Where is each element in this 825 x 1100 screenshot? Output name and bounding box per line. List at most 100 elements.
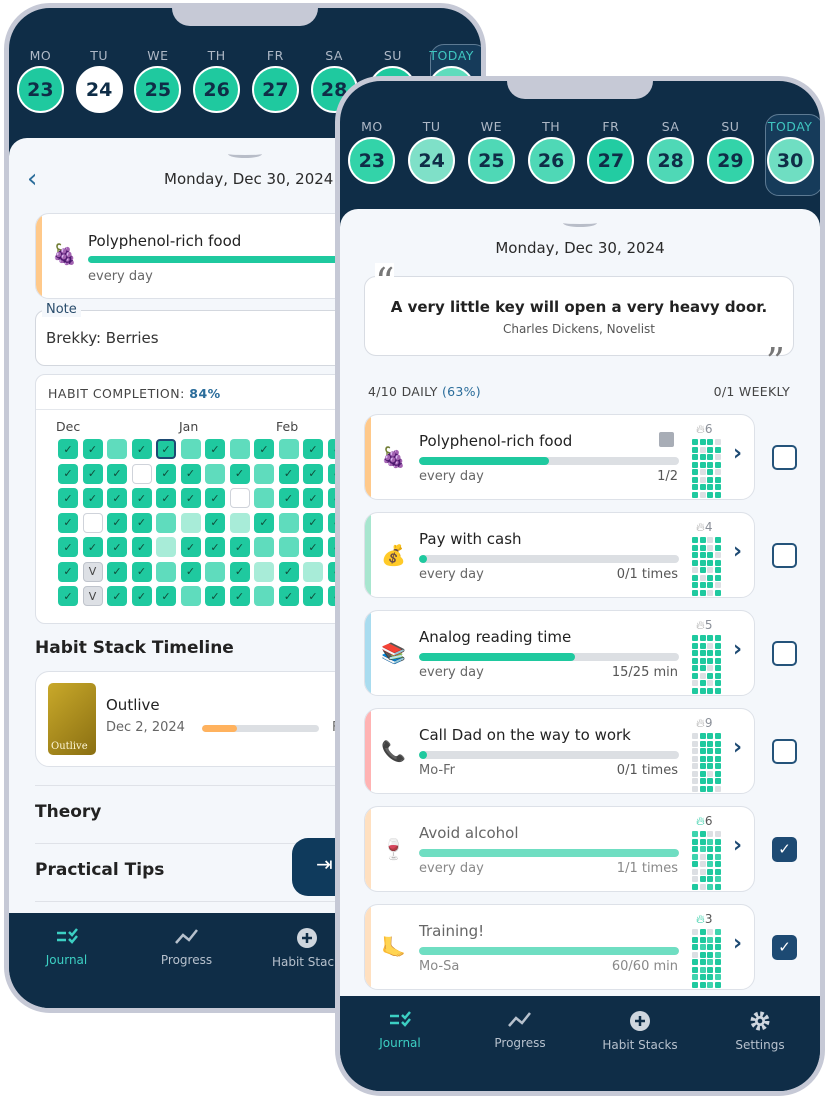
heatmap-cell[interactable] — [254, 561, 274, 582]
day-mo[interactable]: MO 23 — [11, 48, 70, 113]
heatmap-cell[interactable]: V — [82, 561, 103, 582]
heatmap-cell[interactable]: ✓ — [205, 512, 225, 533]
heatmap-cell[interactable] — [254, 488, 274, 508]
heatmap-cell[interactable] — [180, 586, 201, 606]
heatmap-cell[interactable]: ✓ — [229, 537, 250, 557]
section-theory[interactable]: Theory — [35, 802, 101, 822]
habit-checkbox[interactable]: ✓ — [772, 837, 797, 862]
heatmap-cell[interactable] — [254, 463, 274, 484]
heatmap-cell[interactable]: ✓ — [131, 561, 152, 582]
heatmap-cell[interactable]: ✓ — [205, 586, 225, 606]
heatmap-cell[interactable] — [205, 561, 225, 582]
nav-progress[interactable]: Progress — [124, 913, 249, 1008]
heatmap-cell[interactable]: ✓ — [180, 561, 201, 582]
heatmap-cell[interactable]: ✓ — [82, 463, 103, 484]
heatmap-cell[interactable]: ✓ — [82, 537, 103, 557]
heatmap-cell[interactable]: ✓ — [82, 439, 103, 459]
day-we[interactable]: WE 25 — [129, 48, 188, 113]
heatmap-cell[interactable] — [303, 561, 323, 582]
heatmap-cell[interactable]: ✓ — [278, 586, 299, 606]
heatmap-cell[interactable] — [229, 439, 250, 459]
nav-habit-stacks[interactable]: Habit Stacks — [580, 996, 700, 1091]
habit-checkbox[interactable]: ✓ — [772, 935, 797, 960]
back-arrow-icon[interactable]: ‹ — [27, 164, 37, 194]
heatmap-cell[interactable]: ✓ — [180, 488, 201, 508]
note-icon[interactable] — [659, 432, 674, 447]
heatmap-cell[interactable]: ✓ — [131, 512, 152, 533]
nav-journal[interactable]: Journal — [340, 996, 460, 1091]
heatmap-cell[interactable]: ✓ — [82, 488, 103, 508]
nav-journal[interactable]: Journal — [9, 913, 124, 1008]
nav-progress[interactable]: Progress — [460, 996, 580, 1091]
heatmap-cell[interactable]: ✓ — [254, 512, 274, 533]
heatmap-cell[interactable]: ✓ — [278, 463, 299, 484]
heatmap-cell[interactable]: ✓ — [131, 586, 152, 606]
habit-checkbox[interactable] — [772, 641, 797, 666]
heatmap-cell[interactable]: ✓ — [107, 537, 127, 557]
heatmap-cell[interactable]: ✓ — [131, 439, 152, 459]
heatmap-cell[interactable] — [278, 512, 299, 533]
heatmap-cell[interactable] — [82, 512, 103, 533]
heatmap-cell[interactable]: ✓ — [303, 439, 323, 459]
heatmap-cell[interactable]: ✓ — [156, 463, 176, 484]
heatmap-cell[interactable]: ✓ — [156, 439, 176, 459]
heatmap-cell[interactable]: ✓ — [303, 512, 323, 533]
chevron-right-icon[interactable]: › — [733, 833, 742, 858]
habit-card[interactable]: 🍇 Polyphenol-rich food every day 1/2 🔥︎6 › — [364, 414, 755, 500]
heatmap-cell[interactable]: ✓ — [303, 586, 323, 606]
habit-checkbox[interactable] — [772, 445, 797, 470]
section-practical-tips[interactable]: Practical Tips — [35, 860, 164, 880]
heatmap-cell[interactable] — [131, 463, 152, 484]
heatmap-cell[interactable] — [156, 512, 176, 533]
heatmap-cell[interactable]: ✓ — [205, 537, 225, 557]
heatmap-cell[interactable]: ✓ — [278, 561, 299, 582]
heatmap-cell[interactable]: ✓ — [107, 488, 127, 508]
day-th[interactable]: TH 26 — [521, 119, 581, 184]
heatmap-cell[interactable]: ✓ — [58, 512, 78, 533]
day-we[interactable]: WE 25 — [462, 119, 522, 184]
heatmap-cell[interactable]: ✓ — [303, 537, 323, 557]
day-fr[interactable]: FR 27 — [581, 119, 641, 184]
heatmap-cell[interactable]: ✓ — [278, 488, 299, 508]
heatmap-cell[interactable] — [180, 512, 201, 533]
heatmap-cell[interactable]: ✓ — [107, 463, 127, 484]
heatmap-cell[interactable]: ✓ — [229, 463, 250, 484]
heatmap-cell[interactable] — [254, 537, 274, 557]
day-sa[interactable]: SA 28 — [641, 119, 701, 184]
heatmap-cell[interactable] — [254, 586, 274, 606]
heatmap-cell[interactable]: ✓ — [229, 561, 250, 582]
day-su[interactable]: SU29 — [701, 119, 761, 184]
day-tu[interactable]: TU 24 — [402, 119, 462, 184]
heatmap-cell[interactable] — [180, 439, 201, 459]
heatmap-cell[interactable]: V — [82, 586, 103, 606]
habit-checkbox[interactable] — [772, 739, 797, 764]
heatmap-cell[interactable] — [205, 463, 225, 484]
habit-card[interactable]: 🦶 Training! Mo-Sa 60/60 min 🔥︎3 › — [364, 904, 755, 990]
heatmap-cell[interactable]: ✓ — [107, 586, 127, 606]
heatmap-cell[interactable] — [278, 537, 299, 557]
heatmap-cell[interactable]: ✓ — [156, 488, 176, 508]
day-fr[interactable]: FR 27 — [246, 48, 305, 113]
day-tu[interactable]: TU 24 — [70, 48, 129, 113]
heatmap-cell[interactable] — [107, 439, 127, 459]
heatmap-cell[interactable]: ✓ — [58, 561, 78, 582]
chevron-right-icon[interactable]: › — [733, 735, 742, 760]
day-th[interactable]: TH 26 — [187, 48, 246, 113]
habit-checkbox[interactable] — [772, 543, 797, 568]
heatmap-cell[interactable]: ✓ — [205, 439, 225, 459]
heatmap-cell[interactable]: ✓ — [131, 488, 152, 508]
heatmap-cell[interactable]: ✓ — [58, 463, 78, 484]
day-today[interactable]: TODAY30 — [760, 119, 820, 184]
heatmap-cell[interactable]: ✓ — [58, 439, 78, 459]
heatmap-cell[interactable]: ✓ — [156, 586, 176, 606]
heatmap-cell[interactable] — [156, 561, 176, 582]
nav-settings[interactable]: Settings — [700, 996, 820, 1091]
chevron-right-icon[interactable]: › — [733, 637, 742, 662]
heatmap-cell[interactable]: ✓ — [205, 488, 225, 508]
heatmap-cell[interactable] — [156, 537, 176, 557]
heatmap-cell[interactable]: ✓ — [107, 512, 127, 533]
habit-card[interactable]: 🍷 Avoid alcohol every day 1/1 times 🔥︎6 › — [364, 806, 755, 892]
chevron-right-icon[interactable]: › — [733, 539, 742, 564]
heatmap-cell[interactable]: ✓ — [180, 537, 201, 557]
habit-card[interactable]: 📚 Analog reading time every day 15/25 min 🔥︎… — [364, 610, 755, 696]
